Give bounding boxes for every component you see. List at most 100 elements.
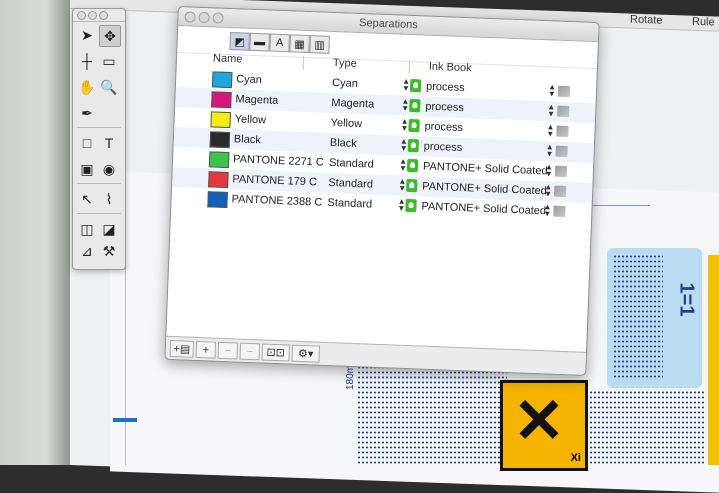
tool-separator — [77, 183, 121, 184]
ink-book-value[interactable]: process — [424, 141, 463, 154]
path-icon[interactable]: ⌇ — [99, 189, 119, 209]
menu-rotate[interactable]: Rotate — [630, 14, 662, 27]
menu-ruler[interactable]: Rule — [692, 16, 715, 29]
ink-book-icon — [409, 78, 422, 93]
color-swatch[interactable] — [208, 151, 230, 169]
ink-book-icon — [408, 118, 420, 133]
rectangle-icon[interactable]: □ — [77, 133, 97, 153]
separation-name: PANTONE 2388 C — [231, 193, 323, 209]
option-stepper-icon[interactable]: ▲ ▼ — [544, 182, 553, 198]
selection-arrow-icon[interactable]: ➤ — [77, 25, 97, 45]
add-button[interactable]: + — [195, 340, 217, 359]
ink-book-value[interactable]: process — [426, 81, 465, 94]
ink-book-value[interactable]: process — [424, 121, 463, 134]
color-swatch[interactable] — [211, 71, 233, 89]
color-swatch[interactable] — [211, 91, 232, 109]
tool-separator — [77, 127, 121, 128]
zoom-icon[interactable]: 🔍 — [99, 77, 119, 97]
option-stepper-icon[interactable]: ▲ ▼ — [547, 102, 556, 118]
tool-separator — [77, 213, 121, 214]
ink-book-value[interactable]: PANTONE+ Solid Coated — [422, 181, 547, 198]
ink-book-value[interactable]: process — [425, 101, 464, 114]
ink-book-icon — [405, 198, 417, 213]
layers-icon[interactable] — [553, 205, 566, 218]
minimize-dot[interactable] — [88, 11, 97, 20]
color-swatch[interactable] — [209, 131, 231, 149]
ink-book-icon — [406, 178, 418, 193]
option-stepper-icon[interactable]: ▲ ▼ — [545, 142, 554, 158]
color-swatch[interactable] — [208, 171, 229, 189]
layers-icon[interactable] — [557, 85, 571, 98]
fonts-view-button[interactable]: A — [269, 33, 290, 53]
separation-name: Cyan — [235, 73, 263, 87]
swatch-view-button[interactable]: ▬ — [249, 32, 271, 52]
separations-view-button[interactable]: ◩ — [229, 32, 251, 51]
ruler-icon[interactable]: ▭ — [99, 51, 119, 71]
yellow-label-strip — [708, 255, 719, 465]
tool-palette: ➤ ✥ ┼ ▭ ✋ 🔍 ✒ □ T ▣ ◉ ↖ ⌇ ◫ ◪ ⊿ ⚒ — [72, 8, 126, 270]
separation-type: Standard — [328, 176, 374, 191]
column-header-name[interactable]: Name — [206, 52, 305, 70]
warn-code: Xi — [570, 452, 581, 464]
move-icon[interactable]: ✥ — [99, 25, 121, 47]
separation-type: Black — [329, 136, 357, 150]
eyedropper-icon[interactable]: ✒ — [77, 103, 97, 123]
hand-icon[interactable]: ✋ — [77, 77, 97, 97]
separation-name: Magenta — [235, 93, 279, 107]
separation-name: PANTONE 179 C — [232, 173, 318, 189]
magic-icon[interactable]: ⚒ — [99, 241, 119, 261]
option-stepper-icon[interactable]: ▲ ▼ — [545, 162, 554, 178]
barcode-view-button[interactable]: ▥ — [309, 35, 330, 54]
ink-book-icon — [409, 98, 421, 113]
layers-icon[interactable] — [553, 185, 567, 198]
merge-button[interactable]: ⊡⊡ — [261, 343, 291, 362]
crop-marker — [113, 418, 137, 422]
delete-button[interactable]: − — [239, 342, 261, 361]
separation-type: Cyan — [331, 76, 359, 90]
transparency-view-button[interactable]: ▦ — [289, 34, 310, 54]
ink-book-value[interactable]: PANTONE+ Solid Coated — [423, 161, 548, 178]
separations-panel: Separations ◩ ▬ A ▦ ▥ Name Type Ink Book… — [164, 6, 600, 376]
separation-name: Yellow — [234, 113, 267, 127]
tool-palette-titlebar[interactable] — [73, 9, 125, 22]
separation-type: Standard — [328, 156, 374, 171]
stamp-icon[interactable]: ◪ — [99, 219, 119, 239]
artwork-text-block-2 — [585, 390, 705, 465]
ink-book-icon — [406, 158, 419, 173]
separation-type: Standard — [327, 196, 373, 211]
layers-icon[interactable] — [554, 165, 568, 178]
note-icon[interactable]: ◉ — [99, 159, 119, 179]
option-stepper-icon[interactable]: ▲ ▼ — [548, 82, 557, 98]
separations-list: Cyan Cyan ▲ ▼ process ▲ ▼ Magenta Magenta ▲ ▼ proce… — [171, 67, 596, 223]
separation-name: Black — [233, 133, 262, 147]
label-ratio: 1=1 — [675, 282, 698, 317]
pointer-icon[interactable]: ↖ — [77, 189, 97, 209]
layers-icon[interactable] — [557, 105, 570, 118]
separation-type: Magenta — [331, 96, 375, 111]
ink-book-value[interactable]: PANTONE+ Solid Coated — [421, 200, 546, 217]
zoom-dot[interactable] — [99, 11, 108, 20]
column-header-type[interactable]: Type — [326, 56, 411, 74]
remove-button[interactable]: − — [217, 341, 239, 360]
cross-icon: ✕ — [513, 387, 565, 456]
color-swatch[interactable] — [210, 111, 231, 129]
trim-icon[interactable]: ⊿ — [77, 241, 97, 261]
layers-icon[interactable] — [555, 145, 568, 158]
artwork-blue-label: 1=1 — [607, 248, 702, 388]
separation-name: PANTONE 2271 C — [232, 153, 325, 169]
color-swatch[interactable] — [207, 191, 228, 209]
ink-book-icon — [407, 138, 420, 153]
option-stepper-icon[interactable]: ▲ ▼ — [543, 202, 552, 218]
settings-menu-button[interactable]: ⚙▾ — [291, 344, 321, 363]
crosshair-icon[interactable]: ┼ — [77, 51, 97, 71]
layer-icon[interactable]: ◫ — [77, 219, 97, 239]
close-dot[interactable] — [77, 11, 86, 20]
separation-type: Yellow — [330, 116, 363, 131]
page-edge-line — [125, 240, 126, 465]
layers-icon[interactable] — [556, 125, 569, 138]
option-stepper-icon[interactable]: ▲ ▼ — [546, 122, 555, 138]
add-separation-list-button[interactable]: +▤ — [169, 339, 195, 358]
warning-symbol: ✕ Xi — [500, 380, 588, 471]
text-icon[interactable]: T — [99, 133, 119, 153]
object-icon[interactable]: ▣ — [77, 159, 97, 179]
